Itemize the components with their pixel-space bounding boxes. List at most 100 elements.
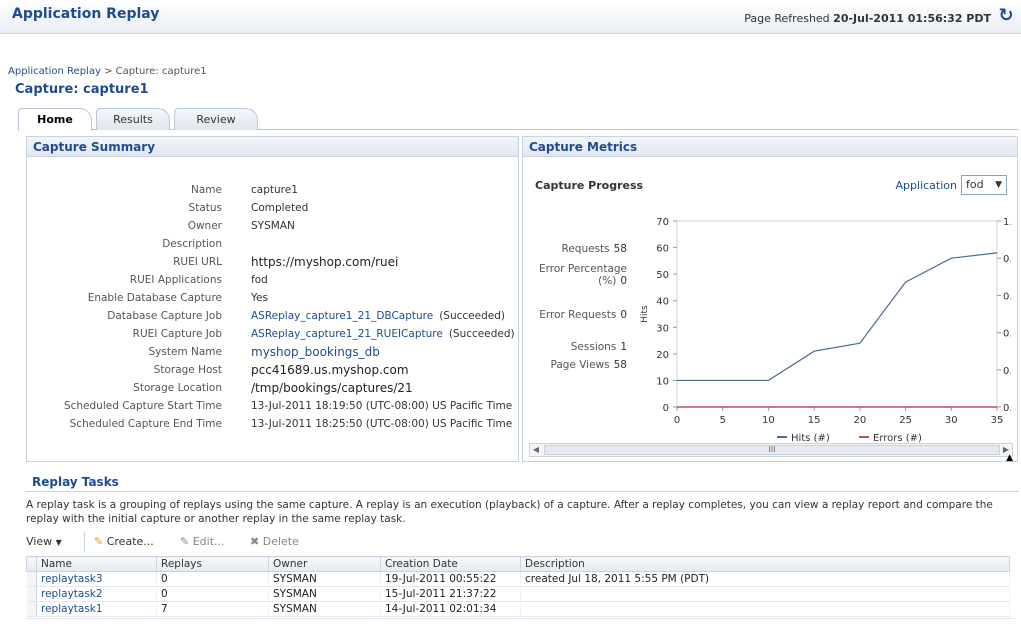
x-tick-label: 10 [762,415,775,426]
x-tick-label: 0 [674,415,680,426]
metric-value: 0 [620,275,627,287]
ruei-capture-job-link[interactable]: ASReplay_capture1_21_RUEICapture [251,328,443,340]
system-name-link[interactable]: myshop_bookings_db [251,345,380,359]
summary-row-ruei-applications: RUEI Applications fod [27,271,520,289]
y-tick-label: 70 [656,217,669,228]
metric-label: Error Requests [539,309,617,321]
application-select[interactable]: fod ▼ [961,175,1007,195]
db-capture-job-link[interactable]: ASReplay_capture1_21_DBCapture [251,310,433,322]
edit-button[interactable]: ✎ Edit... [180,533,225,551]
summary-label: Description [162,238,222,250]
summary-value: fod [251,274,268,286]
y-tick-label: 0 [663,403,669,414]
summary-value: myshop_bookings_db [251,343,380,361]
summary-label: Enable Database Capture [87,292,222,304]
y-axis-label: Hits [640,305,650,323]
row-selector[interactable] [26,571,37,587]
cell-owner: SYSMAN [268,571,381,587]
capture-summary-header: Capture Summary [27,137,518,157]
metric-sessions: Sessions 1 [527,341,627,353]
x-tick-label: 25 [899,415,912,426]
summary-value: 13-Jul-2011 18:19:50 (UTC-08:00) US Paci… [251,400,513,412]
column-header-owner[interactable]: Owner [268,556,381,572]
bottom-divider [26,618,1016,619]
tab-review[interactable]: Review [174,108,258,130]
create-icon: ✎ [94,535,104,548]
cell-creation-date: 15-Jul-2011 21:37:22 [380,586,521,602]
breadcrumb-link-application-replay[interactable]: Application Replay [8,66,101,77]
metric-error-percentage: Error Percentage (%) 0 [527,263,627,287]
capture-progress-chart: 0 10 20 30 40 50 60 70 0.(0.2 0.4 0.6 0.8 1. 0 5 10 15 20… [640,217,1011,444]
replay-task-link[interactable]: replaytask1 [41,603,103,615]
scrollbar-thumb[interactable]: III [544,445,1000,455]
refresh-icon[interactable]: ↻ [996,6,1016,26]
summary-label: Scheduled Capture End Time [69,418,222,430]
row-selector[interactable] [26,601,37,617]
summary-value: https://myshop.com/ruei [251,255,399,269]
cell-owner: SYSMAN [268,601,381,617]
replay-task-link[interactable]: replaytask2 [41,588,103,600]
summary-row-storage-host: Storage Host pcc41689.us.myshop.com [27,361,520,379]
summary-row-db-capture-job: Database Capture Job ASReplay_capture1_2… [27,307,520,325]
metric-value: 1 [620,341,627,353]
replay-task-link[interactable]: replaytask3 [41,573,103,585]
row-selector[interactable] [26,586,37,602]
toolbar-separator [84,532,85,552]
metric-value: 58 [613,359,627,371]
replay-tasks-header-container: Replay Tasks [26,472,1019,492]
capture-summary-panel: Capture Summary Name capture1 Status Com… [26,136,519,462]
chevron-down-icon: ▼ [55,538,62,547]
ruei-capture-job-status: (Succeeded) [448,328,515,340]
capture-metrics-panel: Capture Metrics Capture Progress Applica… [522,136,1018,463]
scroll-left-icon[interactable]: ◀ [530,444,542,456]
column-header-creation-date[interactable]: Creation Date [380,556,521,572]
summary-row-ruei-capture-job: RUEI Capture Job ASReplay_capture1_21_RU… [27,325,520,343]
delete-button[interactable]: ✖ Delete [250,533,299,551]
summary-row-system-name: System Name myshop_bookings_db [27,343,520,361]
chart-horizontal-scrollbar[interactable]: ◀ III ▶ [529,443,1013,457]
cell-description [520,586,1010,602]
tab-results[interactable]: Results [96,108,170,130]
refresh-time: 20-Jul-2011 01:56:32 PDT [833,12,991,25]
top-header-bar: Application Replay Page Refreshed 20-Jul… [0,0,1021,34]
view-menu-label: View [26,535,53,548]
tab-home[interactable]: Home [18,108,92,131]
summary-label: RUEI URL [173,256,222,268]
summary-label: Status [188,202,222,214]
column-header-replays[interactable]: Replays [156,556,269,572]
y-tick-label: 60 [656,244,669,255]
plot-area [676,220,998,408]
y-tick-label: 40 [656,297,669,308]
create-button[interactable]: ✎ Create... [94,533,154,551]
summary-row-status: Status Completed [27,199,520,217]
summary-value: capture1 [251,184,298,196]
metric-value: 0 [620,309,627,321]
capture-metrics-header: Capture Metrics [523,137,1017,157]
table-row[interactable]: replaytask1 7 SYSMAN 14-Jul-2011 02:01:3… [26,601,1010,617]
pencil-icon: ✎ [180,535,190,548]
application-select-label: Application [895,179,957,192]
y2-tick-label: 0.6 [1003,291,1011,302]
summary-value: Completed [251,202,309,214]
summary-value: /tmp/bookings/captures/21 [251,381,413,395]
metric-requests: Requests 58 [527,243,628,255]
y-tick-label: 20 [656,350,669,361]
column-header-name[interactable]: Name [36,556,157,572]
summary-label: Scheduled Capture Start Time [63,400,222,412]
view-menu-button[interactable]: View ▼ [26,533,62,551]
summary-label: Storage Host [153,364,222,376]
summary-row-end-time: Scheduled Capture End Time 13-Jul-2011 1… [27,415,520,433]
summary-value: pcc41689.us.myshop.com [251,363,409,377]
metric-value: 58 [613,243,627,255]
metric-label: Error Percentage (%) [539,263,627,287]
breadcrumb-separator: > [104,66,113,77]
y2-tick-label: 0.4 [1003,329,1011,340]
table-row[interactable]: replaytask2 0 SYSMAN 15-Jul-2011 21:37:2… [26,586,1010,602]
y-tick-label: 50 [656,270,669,281]
summary-label: Database Capture Job [107,310,222,322]
column-header-description[interactable]: Description [520,556,1010,572]
collapse-arrow-icon[interactable]: ▲ [1006,453,1013,463]
table-row[interactable]: replaytask3 0 SYSMAN 19-Jul-2011 00:55:2… [26,571,1010,587]
page-refreshed-info: Page Refreshed 20-Jul-2011 01:56:32 PDT [744,12,991,25]
summary-row-owner: Owner SYSMAN [27,217,520,235]
